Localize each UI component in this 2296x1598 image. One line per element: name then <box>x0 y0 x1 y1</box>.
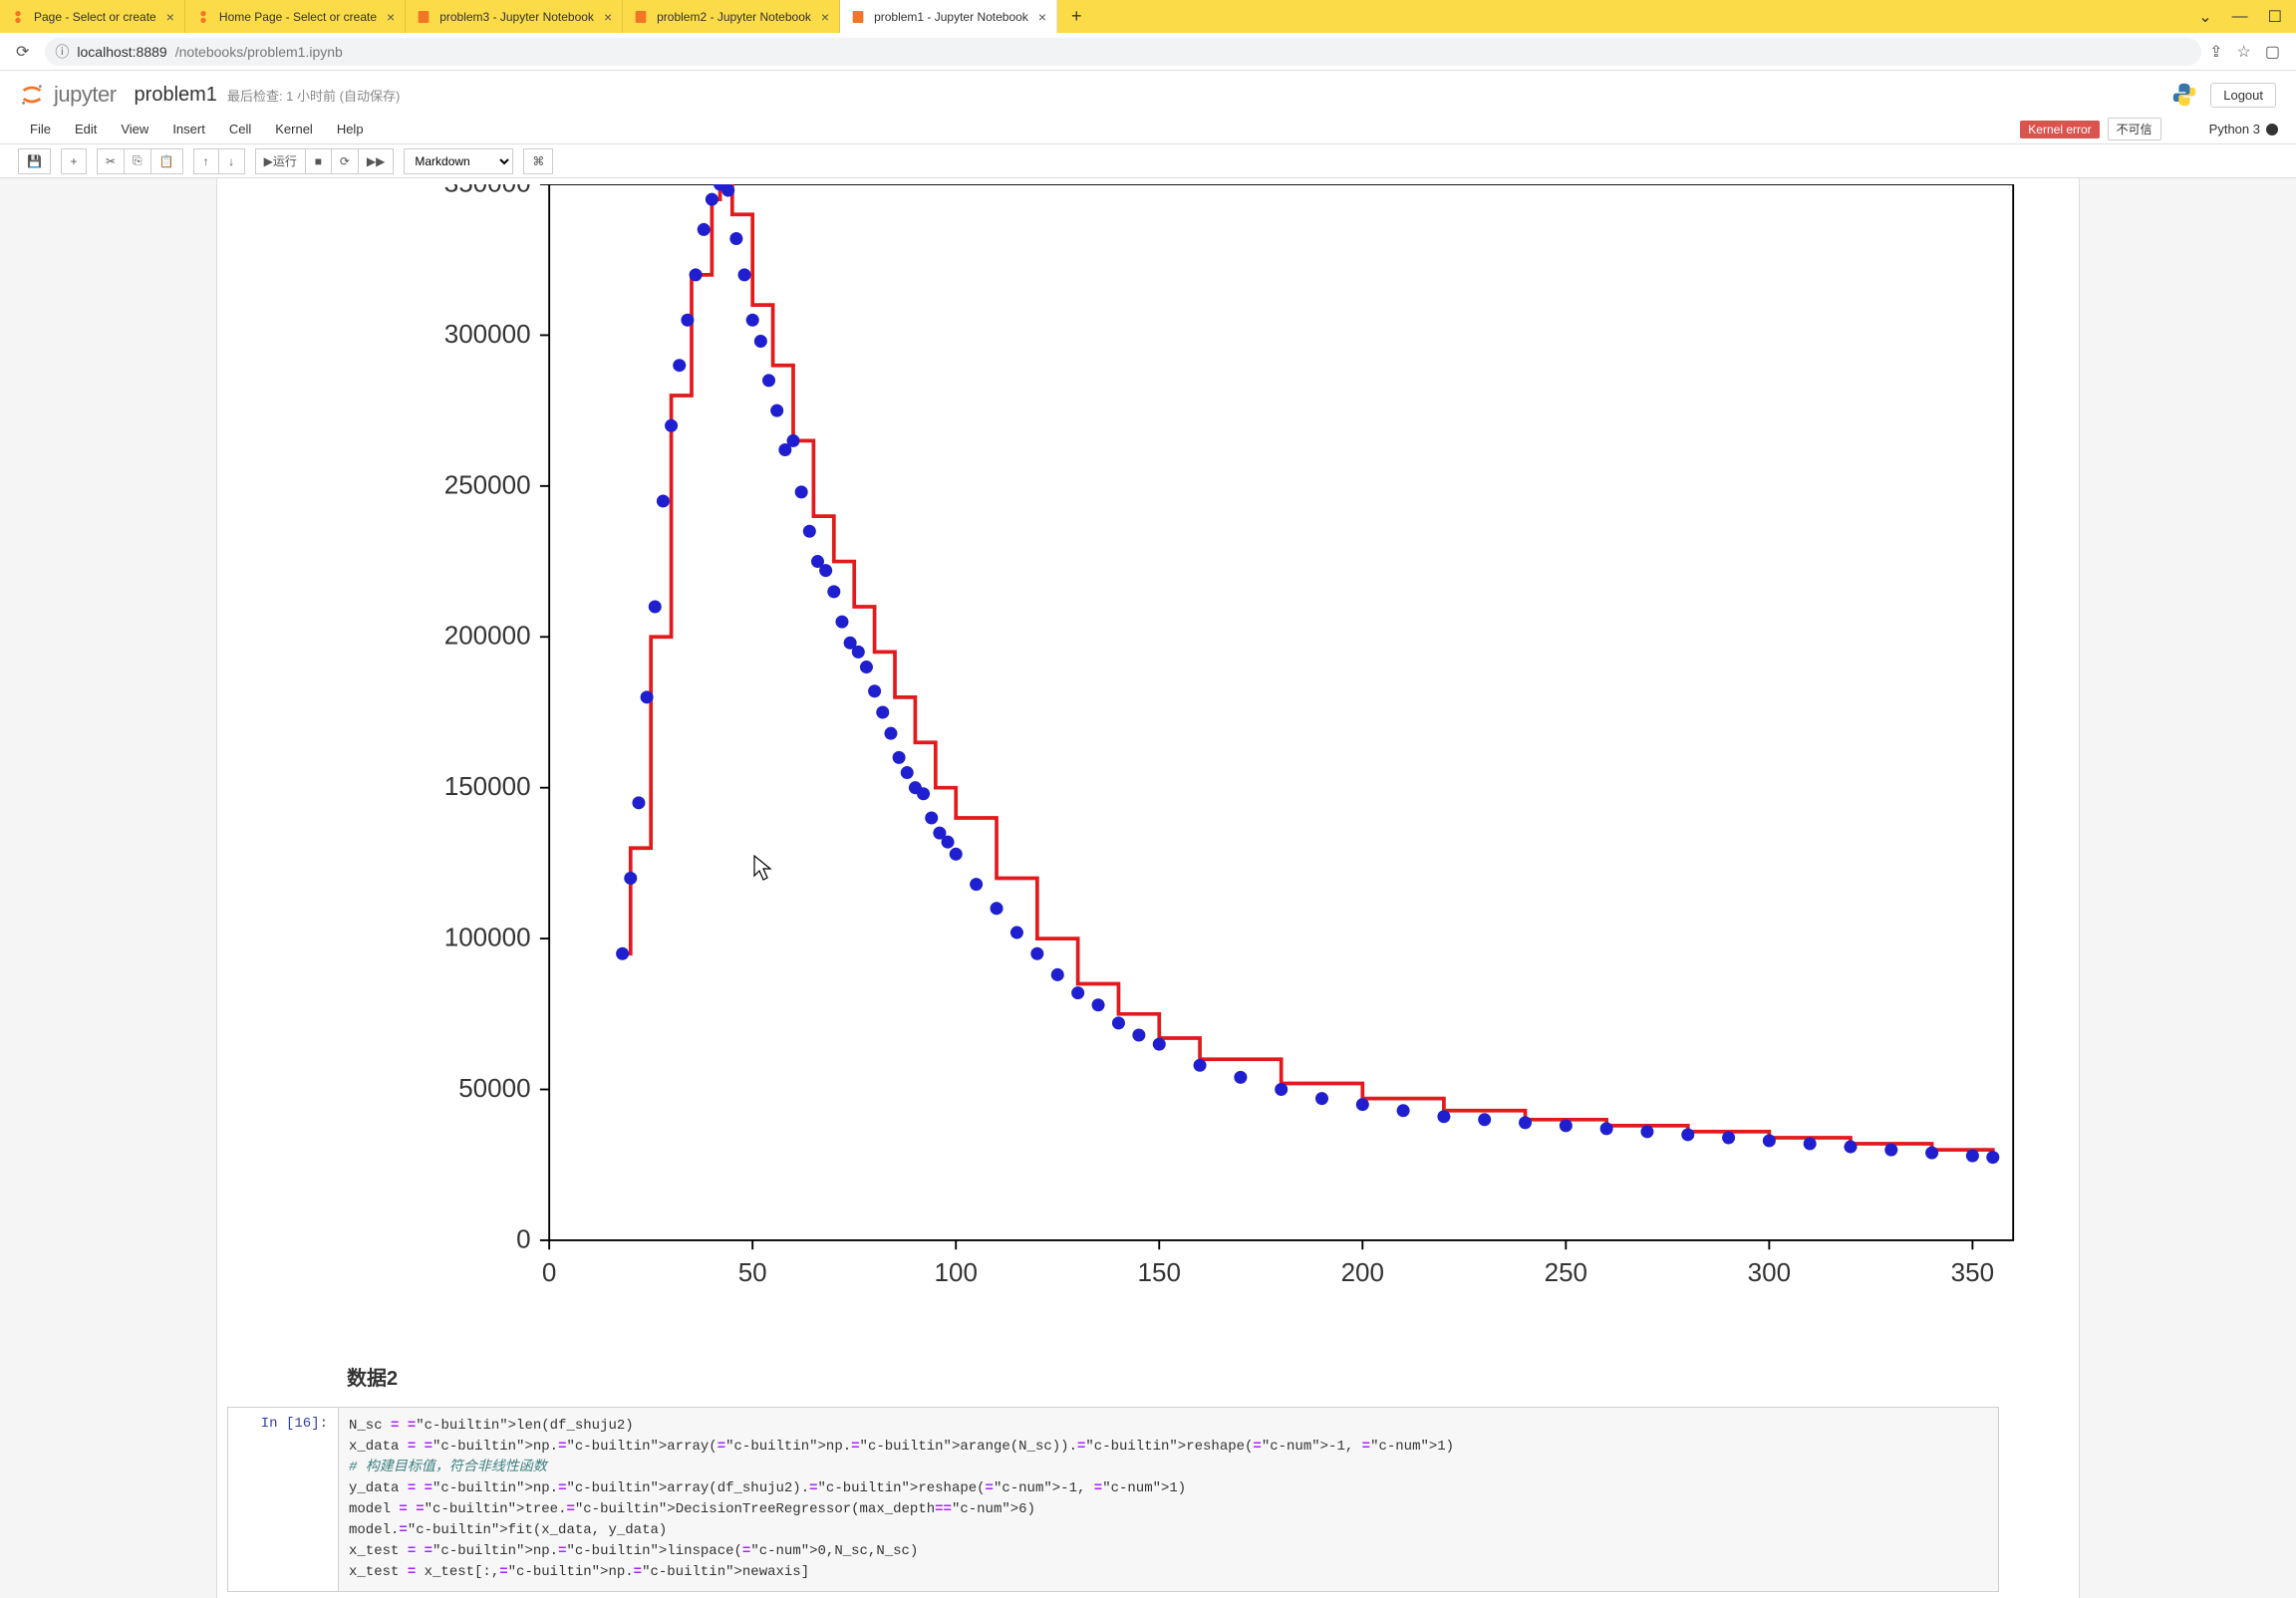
svg-text:50: 50 <box>738 1257 767 1287</box>
tab-title: Home Page - Select or create <box>219 10 377 24</box>
restart-button[interactable]: ⟳ <box>332 148 359 174</box>
close-icon[interactable]: × <box>821 9 829 25</box>
logout-button[interactable]: Logout <box>2210 83 2276 108</box>
menu-cell[interactable]: Cell <box>217 122 263 136</box>
tab-title: problem2 - Jupyter Notebook <box>657 10 811 24</box>
url-box[interactable]: ⓘ localhost:8889/notebooks/problem1.ipyn… <box>45 38 2201 66</box>
url-path: /notebooks/problem1.ipynb <box>175 44 343 60</box>
sidepanel-icon[interactable]: ▢ <box>2265 42 2280 62</box>
markdown-heading: 数据2 <box>217 1342 2079 1401</box>
cut-button[interactable]: ✂ <box>97 148 125 174</box>
maximize-icon[interactable]: ☐ <box>2268 7 2282 27</box>
tab-title: problem3 - Jupyter Notebook <box>439 10 594 24</box>
share-icon[interactable]: ⇪ <box>2209 42 2222 62</box>
cell-type-select[interactable]: Markdown <box>404 148 513 174</box>
svg-text:200: 200 <box>1341 1257 1384 1287</box>
close-icon[interactable]: × <box>1038 9 1046 25</box>
star-icon[interactable]: ☆ <box>2237 42 2251 62</box>
add-cell-button[interactable]: + <box>61 148 87 174</box>
browser-chrome: Page - Select or create × Home Page - Se… <box>0 0 2296 71</box>
notebook-icon <box>416 9 431 25</box>
save-button[interactable]: 💾 <box>18 148 51 174</box>
svg-text:200000: 200000 <box>444 621 531 651</box>
svg-text:150000: 150000 <box>444 771 531 801</box>
window-controls: ⌄ — ☐ <box>2198 7 2296 27</box>
jupyter-logo-text: jupyter <box>54 82 117 108</box>
menu-help[interactable]: Help <box>325 122 376 136</box>
svg-text:300000: 300000 <box>444 319 531 349</box>
svg-text:100: 100 <box>935 1257 978 1287</box>
notebook-inner: 0500001000001500002000002500003000003500… <box>216 178 2080 1598</box>
addr-actions: ⇪ ☆ ▢ <box>2209 42 2288 62</box>
svg-text:350: 350 <box>1951 1257 1994 1287</box>
url-host: localhost:8889 <box>77 44 166 60</box>
tab-bar: Page - Select or create × Home Page - Se… <box>0 0 2296 33</box>
menu-view[interactable]: View <box>109 122 160 136</box>
checkpoint-text: 最后检查: 1 小时前 (自动保存) <box>227 86 400 105</box>
jupyter-logo-icon <box>18 81 46 109</box>
svg-text:50000: 50000 <box>458 1073 530 1103</box>
tab-0[interactable]: Page - Select or create × <box>0 0 185 33</box>
output-area: 0500001000001500002000002500003000003500… <box>327 184 2069 1336</box>
menu-edit[interactable]: Edit <box>63 122 109 136</box>
paste-button[interactable]: 📋 <box>151 148 183 174</box>
svg-text:350000: 350000 <box>444 184 531 197</box>
tab-title: Page - Select or create <box>34 10 156 24</box>
restart-run-button[interactable]: ▶▶ <box>359 148 394 174</box>
notebook-name[interactable]: problem1 <box>135 84 217 107</box>
tab-3[interactable]: problem2 - Jupyter Notebook × <box>623 0 840 33</box>
tab-1[interactable]: Home Page - Select or create × <box>185 0 406 33</box>
menu-file[interactable]: File <box>18 122 63 136</box>
svg-text:250000: 250000 <box>444 469 531 499</box>
trust-button[interactable]: 不可信 <box>2108 118 2161 140</box>
kernel-error-badge: Kernel error <box>2020 121 2099 138</box>
close-icon[interactable]: × <box>387 9 395 25</box>
tab-4-active[interactable]: problem1 - Jupyter Notebook × <box>840 0 1057 33</box>
menu-bar: File Edit View Insert Cell Kernel Help K… <box>0 115 2296 144</box>
minimize-icon[interactable]: — <box>2232 8 2248 26</box>
jupyter-icon <box>195 9 211 25</box>
jupyter-icon <box>10 9 26 25</box>
tab-2[interactable]: problem3 - Jupyter Notebook × <box>406 0 623 33</box>
copy-button[interactable]: ⎘ <box>125 148 151 174</box>
notebook-icon <box>633 9 649 25</box>
menu-kernel[interactable]: Kernel <box>263 122 325 136</box>
menu-insert[interactable]: Insert <box>160 122 217 136</box>
command-palette-button[interactable]: ⌘ <box>523 148 553 174</box>
reload-icon[interactable]: ⟳ <box>8 42 37 62</box>
move-down-button[interactable]: ↓ <box>219 148 245 174</box>
menu-right: Kernel error 不可信 Python 3 <box>2020 118 2278 140</box>
python-icon <box>2170 81 2198 109</box>
jupyter-app: jupyter problem1 最后检查: 1 小时前 (自动保存) Logo… <box>0 71 2296 1598</box>
svg-text:250: 250 <box>1545 1257 1587 1287</box>
jupyter-header: jupyter problem1 最后检查: 1 小时前 (自动保存) Logo… <box>0 71 2296 115</box>
prompt: In [16]: <box>228 1408 338 1432</box>
tab-title: problem1 - Jupyter Notebook <box>874 10 1028 24</box>
notebook-container: 0500001000001500002000002500003000003500… <box>0 178 2296 1598</box>
chart-plot: 0500001000001500002000002500003000003500… <box>327 184 2069 1333</box>
header-right: Logout <box>2170 81 2276 109</box>
svg-text:150: 150 <box>1138 1257 1181 1287</box>
jupyter-logo[interactable]: jupyter <box>18 81 117 109</box>
output-cell-chart: 0500001000001500002000002500003000003500… <box>217 178 2079 1342</box>
svg-text:0: 0 <box>516 1223 530 1253</box>
info-icon[interactable]: ⓘ <box>55 42 69 62</box>
svg-text:100000: 100000 <box>444 923 531 952</box>
close-icon[interactable]: × <box>604 9 612 25</box>
move-up-button[interactable]: ↑ <box>193 148 219 174</box>
svg-text:0: 0 <box>542 1257 556 1287</box>
stop-button[interactable]: ■ <box>306 148 332 174</box>
toolbar: 💾 + ✂ ⎘ 📋 ↑ ↓ ▶ 运行 ■ ⟳ ▶▶ Markdown ⌘ <box>0 144 2296 178</box>
new-tab-button[interactable]: + <box>1057 6 1096 27</box>
chevron-down-icon[interactable]: ⌄ <box>2198 7 2211 27</box>
code-input[interactable]: N_sc = ="c-builtin">len(df_shuju2) x_dat… <box>338 1408 1998 1591</box>
kernel-status-icon <box>2266 124 2278 135</box>
run-button[interactable]: ▶ 运行 <box>255 148 306 174</box>
address-bar: ⟳ ⓘ localhost:8889/notebooks/problem1.ip… <box>0 33 2296 71</box>
notebook-icon <box>850 9 866 25</box>
kernel-name: Python 3 <box>2169 122 2278 136</box>
close-icon[interactable]: × <box>166 9 174 25</box>
svg-text:300: 300 <box>1748 1257 1791 1287</box>
